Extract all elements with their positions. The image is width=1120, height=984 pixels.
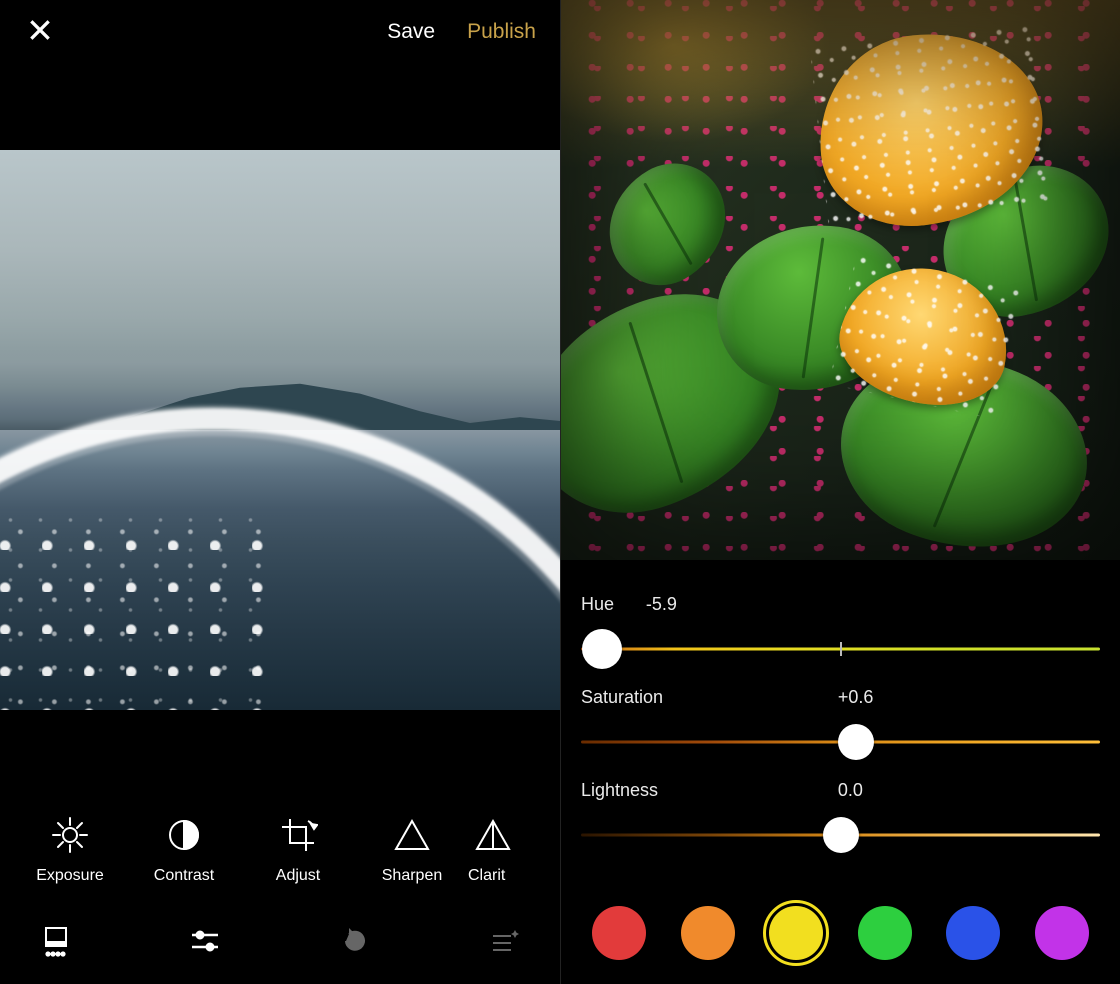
tool-label: Contrast [154, 867, 214, 885]
filters-icon [39, 924, 73, 963]
swatch-magenta[interactable] [1035, 906, 1089, 960]
sun-icon [50, 815, 90, 855]
tab-filters[interactable] [34, 921, 78, 965]
edited-photo-beach [0, 150, 560, 710]
tool-adjust[interactable]: Adjust [248, 815, 348, 885]
slider-label: Lightness [581, 780, 658, 801]
edit-tools-row[interactable]: Exposure Contrast Adjust [0, 800, 560, 900]
slider-thumb[interactable] [582, 629, 622, 669]
slider-track-lightness[interactable] [581, 819, 1100, 851]
slider-value: 0.0 [838, 780, 863, 801]
slider-value: -5.9 [646, 594, 677, 615]
slider-label: Hue [581, 594, 614, 615]
swatch-yellow[interactable] [769, 906, 823, 960]
contrast-icon [164, 815, 204, 855]
vignette [561, 0, 1120, 560]
tab-adjustments[interactable] [183, 921, 227, 965]
auto-enhance-icon [487, 924, 521, 963]
color-swatch-row [561, 898, 1120, 968]
slider-label: Saturation [581, 687, 663, 708]
slider-hue: Hue -5.9 [581, 594, 1100, 665]
swatch-blue[interactable] [946, 906, 1000, 960]
bottom-tab-bar [0, 902, 560, 984]
topbar: Save Publish [0, 0, 560, 64]
close-button[interactable] [18, 10, 62, 54]
sliders-icon [188, 924, 222, 963]
tool-label: Clarit [468, 867, 518, 885]
tool-sharpen[interactable]: Sharpen [362, 815, 462, 885]
triangle-icon [392, 815, 432, 855]
swatch-red[interactable] [592, 906, 646, 960]
prism-icon [473, 815, 513, 855]
slider-track-saturation[interactable] [581, 726, 1100, 758]
slider-thumb[interactable] [823, 817, 859, 853]
tool-label: Exposure [36, 867, 104, 885]
save-button[interactable]: Save [387, 20, 435, 44]
slider-saturation: Saturation +0.6 [581, 687, 1100, 758]
color-sliders: Hue -5.9 Saturation +0.6 [561, 574, 1120, 873]
left-editor-pane: Save Publish [0, 0, 560, 984]
slider-lightness: Lightness 0.0 [581, 780, 1100, 851]
slider-thumb[interactable] [838, 724, 874, 760]
tool-clarity[interactable]: Clarit [468, 815, 518, 885]
right-editor-pane: Hue -5.9 Saturation +0.6 [560, 0, 1120, 984]
tool-label: Sharpen [382, 867, 443, 885]
top-actions: Save Publish [387, 20, 536, 44]
slider-center-tick [840, 642, 842, 656]
tool-exposure[interactable]: Exposure [20, 815, 120, 885]
tab-revert[interactable] [333, 921, 377, 965]
close-icon [27, 17, 53, 48]
tab-auto[interactable] [482, 921, 526, 965]
crop-rotate-icon [278, 815, 318, 855]
foreground-foam [0, 508, 269, 710]
tool-contrast[interactable]: Contrast [134, 815, 234, 885]
slider-value: +0.6 [838, 687, 874, 708]
publish-button[interactable]: Publish [467, 20, 536, 44]
tool-label: Adjust [276, 867, 320, 885]
swatch-green[interactable] [858, 906, 912, 960]
swatch-orange[interactable] [681, 906, 735, 960]
revert-icon [338, 924, 372, 963]
slider-track-hue[interactable] [581, 633, 1100, 665]
edited-photo-flower [561, 0, 1120, 560]
